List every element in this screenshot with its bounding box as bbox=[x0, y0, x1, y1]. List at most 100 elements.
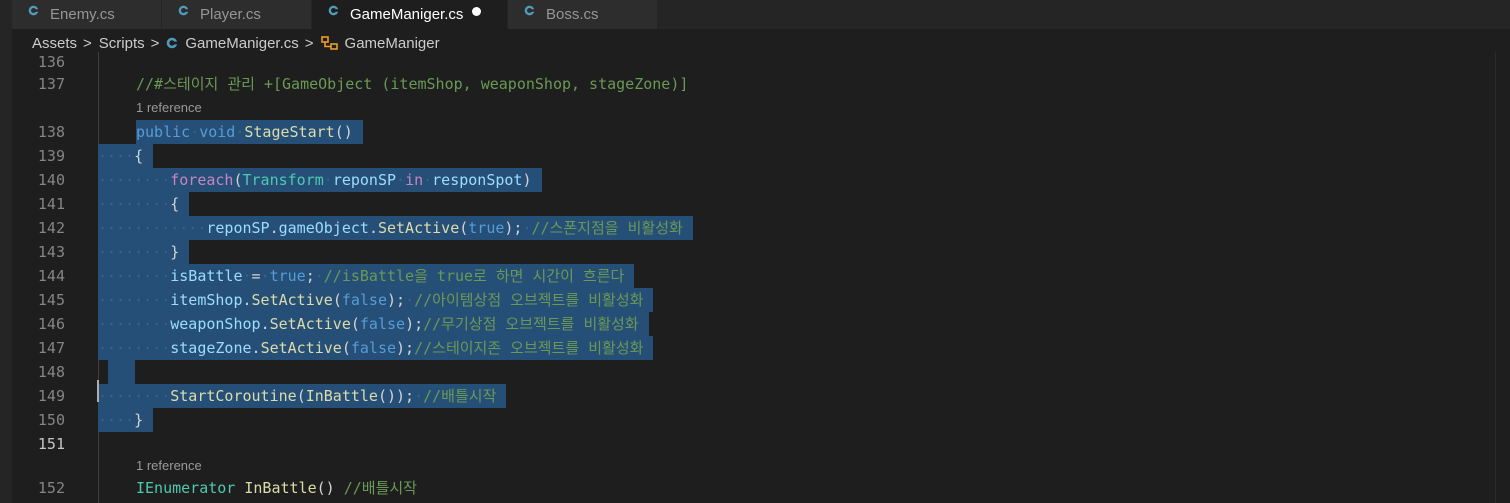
code-function: InBattle bbox=[305, 387, 378, 405]
code-punct: ); bbox=[504, 219, 523, 237]
code-variable: itemShop bbox=[170, 291, 243, 309]
code-line[interactable]: 150 ····} bbox=[12, 408, 1510, 432]
csharp-icon bbox=[178, 5, 189, 16]
code-line[interactable]: 141 ········{ bbox=[12, 192, 1510, 216]
breadcrumb-separator: > bbox=[83, 34, 92, 52]
code-text: ········StartCoroutine(InBattle());·//배틀… bbox=[98, 384, 507, 408]
code-line[interactable]: 139 ····{ bbox=[12, 144, 1510, 168]
code-text: ············reponSP.gameObject.SetActive… bbox=[98, 216, 693, 240]
code-line[interactable]: 138 public·void·StageStart() bbox=[12, 120, 1510, 144]
code-function: SetActive bbox=[377, 219, 460, 237]
breadcrumb-scripts[interactable]: Scripts bbox=[99, 35, 145, 52]
code-keyword: false bbox=[341, 291, 387, 309]
line-number: 151 bbox=[37, 435, 65, 453]
line-number: 150 bbox=[37, 411, 65, 429]
code-punct: ()); bbox=[377, 387, 415, 405]
line-number: 147 bbox=[37, 339, 65, 357]
code-line[interactable]: 151 bbox=[12, 432, 1510, 456]
code-keyword: void bbox=[199, 123, 236, 141]
code-text: ········{ bbox=[98, 192, 190, 216]
line-number: 138 bbox=[37, 123, 65, 141]
code-line[interactable]: 149 ········StartCoroutine(InBattle());·… bbox=[12, 384, 1510, 408]
code-text: public·void·StageStart() bbox=[136, 120, 363, 144]
tab-label: Player.cs bbox=[200, 6, 261, 23]
code-text: ········isBattle·=·true;·//isBattle을 tru… bbox=[98, 264, 635, 288]
breadcrumb-class[interactable]: GameManiger bbox=[345, 35, 440, 52]
code-text: ········stageZone.SetActive(false);//스테이… bbox=[98, 336, 654, 360]
code-variable: reponSP bbox=[332, 171, 397, 189]
code-punct: } bbox=[134, 411, 144, 429]
line-number: 144 bbox=[37, 267, 65, 285]
code-operator: = bbox=[251, 267, 261, 285]
code-text bbox=[108, 360, 136, 384]
code-type: Transform bbox=[242, 171, 324, 189]
code-punct: . bbox=[368, 219, 378, 237]
code-line[interactable]: 144 ········isBattle·=·true;·//isBattle을… bbox=[12, 264, 1510, 288]
tab-label: Boss.cs bbox=[546, 6, 599, 23]
line-number: 146 bbox=[37, 315, 65, 333]
breadcrumb: Assets > Scripts > GameManiger.cs > Game… bbox=[32, 33, 440, 53]
code-text: ········weaponShop.SetActive(false);//무기… bbox=[98, 312, 649, 336]
tab-label: GameManiger.cs bbox=[350, 6, 464, 23]
code-line[interactable]: 146 ········weaponShop.SetActive(false);… bbox=[12, 312, 1510, 336]
csharp-icon bbox=[524, 5, 535, 16]
line-number: 143 bbox=[37, 243, 65, 261]
code-line[interactable]: 145 ········itemShop.SetActive(false);·/… bbox=[12, 288, 1510, 312]
code-line[interactable]: 137 //#스테이지 관리 +[GameObject (itemShop, w… bbox=[12, 72, 1510, 96]
tab-gamemaniger-cs[interactable]: GameManiger.cs bbox=[312, 0, 507, 29]
line-number: 148 bbox=[37, 363, 65, 381]
csharp-icon bbox=[167, 37, 179, 49]
code-variable: isBattle bbox=[170, 267, 243, 285]
code-editor[interactable]: 136 137 //#스테이지 관리 +[GameObject (itemSho… bbox=[12, 52, 1510, 503]
codelens-references[interactable]: 1 reference bbox=[136, 457, 202, 475]
vertical-scrollbar[interactable] bbox=[1495, 52, 1510, 503]
text-cursor bbox=[97, 380, 99, 402]
code-punct: ; bbox=[305, 267, 315, 285]
csharp-icon bbox=[328, 5, 339, 16]
code-function: SetActive bbox=[269, 315, 351, 333]
code-comment: //스폰지점을 비활성화 bbox=[531, 219, 683, 237]
code-line[interactable]: 147 ········stageZone.SetActive(false);/… bbox=[12, 336, 1510, 360]
code-keyword: public bbox=[136, 123, 191, 141]
code-type: IEnumerator bbox=[136, 479, 236, 497]
code-function: SetActive bbox=[260, 339, 342, 357]
activity-strip bbox=[0, 0, 12, 503]
code-variable: responSpot bbox=[432, 171, 523, 189]
code-line[interactable]: 136 bbox=[12, 52, 1510, 74]
code-text: IEnumerator InBattle() //배틀시작 bbox=[136, 476, 417, 500]
code-line[interactable]: 143 ········} bbox=[12, 240, 1510, 264]
code-punct: ); bbox=[396, 339, 415, 357]
code-line[interactable]: 148 bbox=[12, 360, 1510, 384]
codelens-references[interactable]: 1 reference bbox=[136, 99, 202, 117]
code-function: StageStart bbox=[244, 123, 335, 141]
code-punct: . bbox=[251, 339, 261, 357]
tab-enemy-cs[interactable]: Enemy.cs bbox=[12, 0, 161, 29]
code-punct: . bbox=[269, 219, 279, 237]
code-line[interactable]: 142 ············reponSP.gameObject.SetAc… bbox=[12, 216, 1510, 240]
line-number: 136 bbox=[37, 53, 65, 71]
line-number: 149 bbox=[37, 387, 65, 405]
tab-player-cs[interactable]: Player.cs bbox=[162, 0, 311, 29]
csharp-icon bbox=[28, 5, 39, 16]
code-function: StartCoroutine bbox=[170, 387, 297, 405]
breadcrumb-separator: > bbox=[304, 34, 314, 52]
unsaved-dot-icon[interactable] bbox=[472, 7, 482, 16]
code-text: ········foreach(Transform·reponSP·in·res… bbox=[98, 168, 542, 192]
code-function: InBattle bbox=[244, 479, 317, 497]
code-line[interactable]: 140 ········foreach(Transform·reponSP·in… bbox=[12, 168, 1510, 192]
code-variable: reponSP bbox=[206, 219, 270, 237]
code-punct: ( bbox=[350, 315, 360, 333]
code-line[interactable]: 152 IEnumerator InBattle() //배틀시작 bbox=[12, 476, 1510, 500]
code-keyword: in bbox=[405, 171, 424, 189]
code-punct: { bbox=[134, 147, 144, 165]
breadcrumb-file[interactable]: GameManiger.cs bbox=[185, 35, 298, 52]
code-punct: ); bbox=[387, 291, 406, 309]
code-keyword: true bbox=[468, 219, 505, 237]
breadcrumb-assets[interactable]: Assets bbox=[32, 35, 77, 52]
tab-label: Enemy.cs bbox=[50, 6, 115, 23]
code-punct: ( bbox=[459, 219, 469, 237]
class-symbol-icon bbox=[320, 35, 338, 50]
code-variable: gameObject bbox=[278, 219, 369, 237]
tab-boss-cs[interactable]: Boss.cs bbox=[508, 0, 657, 29]
line-number: 141 bbox=[37, 195, 65, 213]
